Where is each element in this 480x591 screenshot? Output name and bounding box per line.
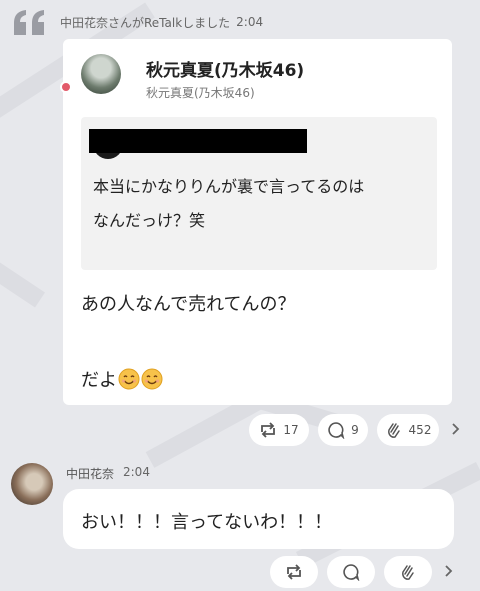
author-handle: 秋元真夏(乃木坂46) — [146, 86, 255, 100]
reply-retalk-button[interactable] — [270, 556, 318, 588]
post-card[interactable]: 秋元真夏(乃木坂46) 秋元真夏(乃木坂46) 本当にかなりりんが裏で言ってるの… — [63, 39, 452, 405]
comment-button[interactable]: 9 — [318, 414, 368, 446]
smiling-face-icon — [118, 368, 140, 390]
post-text-line-1: あの人なんで売れてんの？ — [81, 294, 296, 315]
post-actions: 17 9 452 — [249, 414, 462, 446]
comment-count: 9 — [351, 423, 359, 437]
chevron-right-icon — [444, 563, 453, 582]
quoted-post[interactable]: 本当にかなりりんが裏で言ってるのは なんだっけ？笑 — [81, 117, 437, 270]
post-text-line-2: だよ — [81, 366, 163, 392]
author-avatar[interactable] — [81, 54, 121, 94]
reply-text: おい！！！言ってないわ！！！ — [81, 512, 333, 533]
reply-actions — [270, 556, 455, 588]
clap-icon — [385, 421, 403, 439]
reply-time: 2:04 — [123, 465, 150, 479]
retalk-icon — [259, 422, 277, 438]
reply-author-name[interactable]: 中田花奈 — [66, 465, 114, 482]
clap-button[interactable]: 452 — [377, 414, 439, 446]
verified-badge — [60, 81, 72, 93]
reply-avatar[interactable] — [11, 463, 53, 505]
reply-clap-button[interactable] — [384, 556, 432, 588]
clap-icon — [399, 563, 417, 581]
retalk-button[interactable]: 17 — [249, 414, 309, 446]
smiling-face-icon — [141, 368, 163, 390]
more-chevron[interactable] — [448, 421, 462, 440]
retalk-icon — [285, 564, 303, 580]
comment-icon — [327, 421, 345, 439]
retalk-count: 17 — [283, 423, 299, 437]
retalk-header: 中田花奈さんがReTalkしました 2:04 — [12, 8, 263, 36]
clap-count: 452 — [408, 423, 432, 437]
retalk-label: 中田花奈さんがReTalkしました — [60, 15, 231, 30]
quoted-text-line-1: 本当にかなりりんが裏で言ってるのは — [93, 177, 365, 196]
comment-icon — [342, 563, 360, 581]
reply-bubble[interactable]: おい！！！言ってないわ！！！ — [63, 489, 454, 549]
redaction-bar — [89, 129, 307, 153]
retalk-time: 2:04 — [236, 15, 264, 29]
reply-more-chevron[interactable] — [441, 563, 455, 582]
quoted-text-line-2: なんだっけ？笑 — [93, 211, 206, 230]
post-text-line-2-text: だよ — [81, 370, 117, 391]
chevron-right-icon — [451, 421, 460, 440]
quote-icon — [12, 8, 52, 36]
author-name[interactable]: 秋元真夏(乃木坂46) — [146, 56, 304, 81]
reply-comment-button[interactable] — [327, 556, 375, 588]
